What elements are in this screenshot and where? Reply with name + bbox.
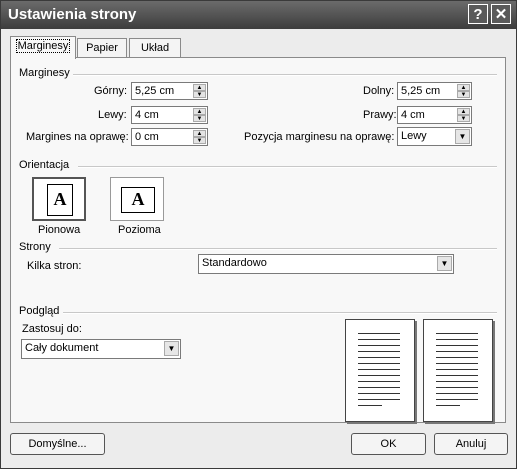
orientation-group-label: Orientacja: [19, 159, 70, 171]
orientation-divider: [78, 166, 497, 168]
gutter-position-label: Pozycja marginesu na oprawę:: [244, 131, 395, 143]
spin-down-icon[interactable]: ▼: [193, 137, 206, 144]
gutter-position-value: Lewy: [401, 130, 427, 142]
spin-down-icon[interactable]: ▼: [457, 91, 470, 98]
margins-divider: [73, 74, 497, 76]
preview-page-right: [423, 319, 493, 422]
chevron-down-icon[interactable]: ▼: [437, 256, 452, 271]
tab-uklad-label: Układ: [140, 42, 170, 54]
pages-divider: [59, 248, 497, 250]
preview-page-left: [345, 319, 415, 422]
landscape-page-icon: A: [121, 187, 155, 213]
spin-up-icon[interactable]: ▲: [457, 108, 470, 115]
portrait-button[interactable]: A: [32, 177, 86, 221]
left-margin-spinner[interactable]: 4 cm ▲ ▼: [131, 106, 208, 124]
top-margin-label: Górny:: [94, 85, 128, 97]
top-margin-spinner[interactable]: 5,25 cm ▲ ▼: [131, 82, 208, 100]
spin-down-icon[interactable]: ▼: [193, 91, 206, 98]
spin-up-icon[interactable]: ▲: [193, 84, 206, 91]
title-bar: Ustawienia strony ? ✕: [1, 1, 516, 29]
spin-up-icon[interactable]: ▲: [193, 108, 206, 115]
gutter-value: 0 cm: [135, 131, 159, 143]
tab-marginesy[interactable]: Marginesy: [10, 36, 76, 59]
gutter-spinner[interactable]: 0 cm ▲ ▼: [131, 128, 208, 146]
landscape-label: Pozioma: [118, 224, 161, 236]
spin-down-icon[interactable]: ▼: [457, 115, 470, 122]
landscape-button[interactable]: A: [110, 177, 164, 221]
multiple-pages-select[interactable]: Standardowo ▼: [198, 254, 454, 274]
bottom-margin-spinner[interactable]: 5,25 cm ▲ ▼: [397, 82, 472, 100]
chevron-down-icon[interactable]: ▼: [164, 341, 179, 356]
bottom-margin-label: Dolny:: [363, 85, 395, 97]
ok-button[interactable]: OK: [351, 433, 426, 455]
left-margin-label: Lewy:: [98, 109, 127, 121]
preview-divider: [63, 312, 497, 314]
tab-panel-marginesy: Marginesy Górny: 5,25 cm ▲ ▼ Lewy: 4 cm …: [10, 57, 506, 423]
pages-group-label: Strony: [19, 241, 51, 253]
portrait-page-icon: A: [47, 184, 73, 216]
margins-group-label: Marginesy: [19, 67, 70, 79]
apply-to-value: Cały dokument: [25, 342, 99, 354]
preview-group-label: Podgląd: [19, 305, 60, 317]
spin-up-icon[interactable]: ▲: [193, 130, 206, 137]
multiple-pages-label: Kilka stron:: [27, 260, 82, 272]
bottom-margin-value: 5,25 cm: [401, 85, 441, 97]
right-margin-label: Prawy:: [363, 109, 397, 121]
chevron-down-icon[interactable]: ▼: [455, 129, 470, 144]
right-margin-value: 4 cm: [401, 109, 425, 121]
default-button[interactable]: Domyślne...: [10, 433, 105, 455]
spin-down-icon[interactable]: ▼: [193, 115, 206, 122]
apply-to-select[interactable]: Cały dokument ▼: [21, 339, 181, 359]
tab-marginesy-label: Marginesy: [15, 39, 71, 53]
tab-papier[interactable]: Papier: [77, 38, 127, 57]
close-icon[interactable]: ✕: [491, 4, 511, 24]
cancel-button[interactable]: Anuluj: [434, 433, 508, 455]
right-margin-spinner[interactable]: 4 cm ▲ ▼: [397, 106, 472, 124]
gutter-position-select[interactable]: Lewy ▼: [397, 127, 472, 146]
portrait-label: Pionowa: [38, 224, 81, 236]
tab-uklad[interactable]: Układ: [129, 38, 181, 57]
dialog-title: Ustawienia strony: [8, 6, 137, 23]
tab-papier-label: Papier: [86, 42, 118, 54]
left-margin-value: 4 cm: [135, 109, 159, 121]
help-button[interactable]: ?: [468, 4, 488, 24]
page-setup-dialog: Ustawienia strony ? ✕ Marginesy Papier U…: [0, 0, 517, 469]
top-margin-value: 5,25 cm: [135, 85, 175, 97]
gutter-label: Margines na oprawę:: [26, 131, 129, 143]
spin-up-icon[interactable]: ▲: [457, 84, 470, 91]
multiple-pages-value: Standardowo: [202, 257, 267, 269]
apply-to-label: Zastosuj do:: [22, 323, 82, 335]
